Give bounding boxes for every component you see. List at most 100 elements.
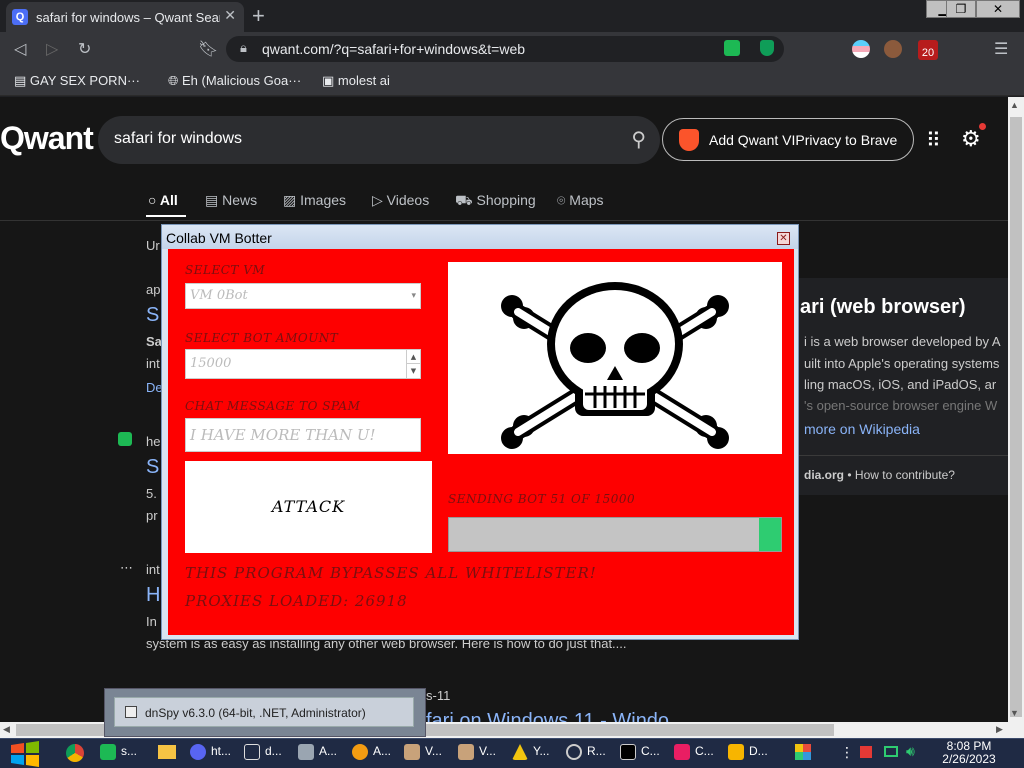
bypass-text: THIS PROGRAM BYPASSES ALL WHITELISTER! bbox=[185, 564, 597, 582]
extension-badge-icon[interactable]: 20 bbox=[918, 40, 938, 60]
new-tab-icon[interactable]: + bbox=[252, 3, 265, 29]
flag-icon[interactable] bbox=[860, 746, 872, 758]
volume-icon[interactable]: 🔊︎ bbox=[906, 743, 915, 760]
bookmark-item[interactable]: ▤ GAY SEX PORN··· bbox=[14, 73, 140, 89]
site-favicon-icon bbox=[118, 432, 132, 446]
window-icon bbox=[125, 706, 137, 718]
add-to-brave-button[interactable]: Add Qwant VIPrivacy to Brave bbox=[662, 118, 914, 161]
forward-icon[interactable]: ▷ bbox=[46, 39, 58, 59]
folder-icon[interactable] bbox=[158, 745, 176, 759]
taskbar-item[interactable]: Y... bbox=[512, 744, 549, 760]
bookmark-item[interactable]: 🌐︎ Eh (Malicious Goa··· bbox=[168, 73, 301, 89]
result-title[interactable]: S bbox=[146, 304, 159, 327]
result-title[interactable]: S bbox=[146, 456, 159, 479]
stepper-down-icon[interactable]: ▼ bbox=[406, 364, 420, 378]
dnspy-preview-item[interactable]: dnSpy v6.3.0 (64-bit, .NET, Administrato… bbox=[114, 697, 414, 727]
result-title[interactable]: H bbox=[146, 584, 160, 607]
tab-news[interactable]: ▤ News bbox=[205, 192, 257, 209]
scroll-right-icon[interactable]: ▶ bbox=[996, 724, 1003, 735]
close-icon[interactable]: ✕ bbox=[777, 232, 790, 245]
scroll-left-icon[interactable]: ◀ bbox=[3, 724, 10, 735]
knowledge-panel-source: dia.org • How to contribute? bbox=[804, 468, 955, 482]
taskbar-item[interactable]: C... bbox=[620, 744, 660, 760]
taskbar-item[interactable]: A... bbox=[352, 744, 391, 760]
bot-client-area: SELECT VM VM 0Bot ▾ SELECT BOT AMOUNT 15… bbox=[168, 249, 794, 635]
taskbar-item[interactable]: V... bbox=[458, 744, 496, 760]
site-favicon-icon: ⋯ bbox=[120, 560, 133, 575]
vertical-scroll-thumb[interactable] bbox=[1010, 117, 1022, 717]
reload-icon[interactable]: ↻ bbox=[78, 39, 91, 59]
more-icon[interactable]: ⋮ bbox=[840, 744, 854, 761]
divider bbox=[796, 455, 1009, 456]
chrome-icon[interactable] bbox=[66, 744, 84, 762]
select-vm-label: SELECT VM bbox=[185, 263, 266, 277]
scroll-up-icon[interactable]: ▲ bbox=[1010, 100, 1019, 110]
taskbar-item[interactable]: R... bbox=[566, 744, 606, 760]
bookmark-app-icon: ▣ bbox=[322, 73, 338, 88]
brave-lion-icon bbox=[679, 129, 699, 151]
taskbar-item[interactable]: ht... bbox=[190, 744, 231, 760]
profile-flag-icon[interactable] bbox=[852, 40, 870, 58]
tab-close-icon[interactable]: ✕ bbox=[224, 7, 236, 24]
tab-shopping[interactable]: ⛟ Shopping bbox=[455, 192, 536, 211]
taskbar-item[interactable]: V... bbox=[404, 744, 442, 760]
knowledge-panel-text: i is a web browser developed by A bbox=[804, 334, 1001, 349]
result-snippet: Sa bbox=[146, 334, 162, 349]
maximize-button[interactable]: ❐ bbox=[946, 0, 976, 18]
windows-start-icon[interactable] bbox=[8, 741, 42, 767]
select-vm-dropdown[interactable]: VM 0Bot ▾ bbox=[185, 283, 421, 309]
knowledge-panel: ari (web browser) i is a web browser dev… bbox=[795, 278, 1009, 495]
close-window-button[interactable]: ✕ bbox=[976, 0, 1020, 18]
bookmark-page-icon: ▤ bbox=[14, 73, 30, 88]
sending-status: SENDING BOT 51 OF 15000 bbox=[448, 492, 636, 506]
tab-maps[interactable]: ⌾ Maps bbox=[557, 192, 604, 209]
url-text: qwant.com/?q=safari+for+windows&t=web bbox=[262, 41, 526, 57]
tab-videos[interactable]: ▷ Videos bbox=[372, 192, 429, 209]
taskbar-item[interactable]: d... bbox=[244, 744, 282, 760]
warning-icon bbox=[512, 744, 528, 760]
chat-message-input[interactable]: I HAVE MORE THAN U! bbox=[185, 418, 421, 452]
wikipedia-link[interactable]: more on Wikipedia bbox=[804, 421, 920, 437]
tab-images[interactable]: ▨ Images bbox=[283, 192, 346, 209]
search-icon[interactable]: ⚲ bbox=[631, 127, 646, 152]
result-source[interactable]: he bbox=[146, 434, 160, 449]
taskbar-clock[interactable]: 8:08 PM 2/26/2023 bbox=[934, 740, 1004, 766]
bookmark-item[interactable]: ▣ molest ai bbox=[322, 73, 390, 89]
contribute-link[interactable]: How to contribute? bbox=[855, 468, 955, 482]
settings-gear-icon[interactable]: ⚙ bbox=[961, 123, 986, 152]
user-icon bbox=[458, 744, 474, 760]
taskbar-item[interactable]: A... bbox=[298, 744, 337, 760]
result-source[interactable]: s-11 bbox=[426, 688, 450, 703]
taskbar-item[interactable]: D... bbox=[728, 744, 768, 760]
attack-button[interactable]: ATTACK bbox=[185, 461, 432, 553]
taskbar-item[interactable]: s... bbox=[100, 744, 137, 760]
result-source[interactable]: ap bbox=[146, 282, 160, 297]
collab-vm-botter-window: Collab VM Botter ✕ SELECT VM VM 0Bot ▾ S… bbox=[161, 224, 799, 640]
address-bar[interactable]: 🔒︎ qwant.com/?q=safari+for+windows&t=web bbox=[226, 36, 784, 62]
stepper-up-icon[interactable]: ▲ bbox=[406, 350, 420, 364]
taskbar-item[interactable]: C... bbox=[674, 744, 714, 760]
back-icon[interactable]: ◁ bbox=[14, 39, 26, 59]
globe-icon: 🌐︎ bbox=[168, 73, 183, 88]
extension-green-icon[interactable] bbox=[724, 40, 740, 56]
menu-icon[interactable]: ☰ bbox=[994, 39, 1008, 59]
network-icon[interactable] bbox=[884, 746, 898, 757]
result-snippet: 5. bbox=[146, 486, 157, 501]
bookmark-icon[interactable]: 🔖︎ bbox=[198, 39, 218, 59]
avatar[interactable] bbox=[884, 40, 902, 58]
app-icon[interactable] bbox=[795, 744, 811, 760]
shield-extension-icon[interactable] bbox=[760, 40, 774, 56]
result-source[interactable]: int bbox=[146, 562, 160, 577]
user-icon bbox=[404, 744, 420, 760]
browser-tab[interactable]: Q safari for windows – Qwant Sear ✕ bbox=[6, 2, 244, 32]
app-icon bbox=[100, 744, 116, 760]
tab-all[interactable]: ○ All bbox=[148, 192, 178, 208]
scroll-down-icon[interactable]: ▼ bbox=[1010, 708, 1019, 718]
apps-grid-icon[interactable]: ⠿ bbox=[926, 128, 941, 153]
bot-amount-label: SELECT BOT AMOUNT bbox=[185, 331, 339, 345]
qwant-logo[interactable]: Qwant bbox=[0, 120, 94, 157]
taskbar-preview-tooltip[interactable]: dnSpy v6.3.0 (64-bit, .NET, Administrato… bbox=[104, 688, 426, 737]
window-titlebar[interactable]: Collab VM Botter ✕ bbox=[162, 225, 798, 249]
search-input[interactable]: safari for windows ⚲ bbox=[98, 116, 660, 164]
bot-amount-stepper[interactable]: 15000 ▲ ▼ bbox=[185, 349, 421, 379]
